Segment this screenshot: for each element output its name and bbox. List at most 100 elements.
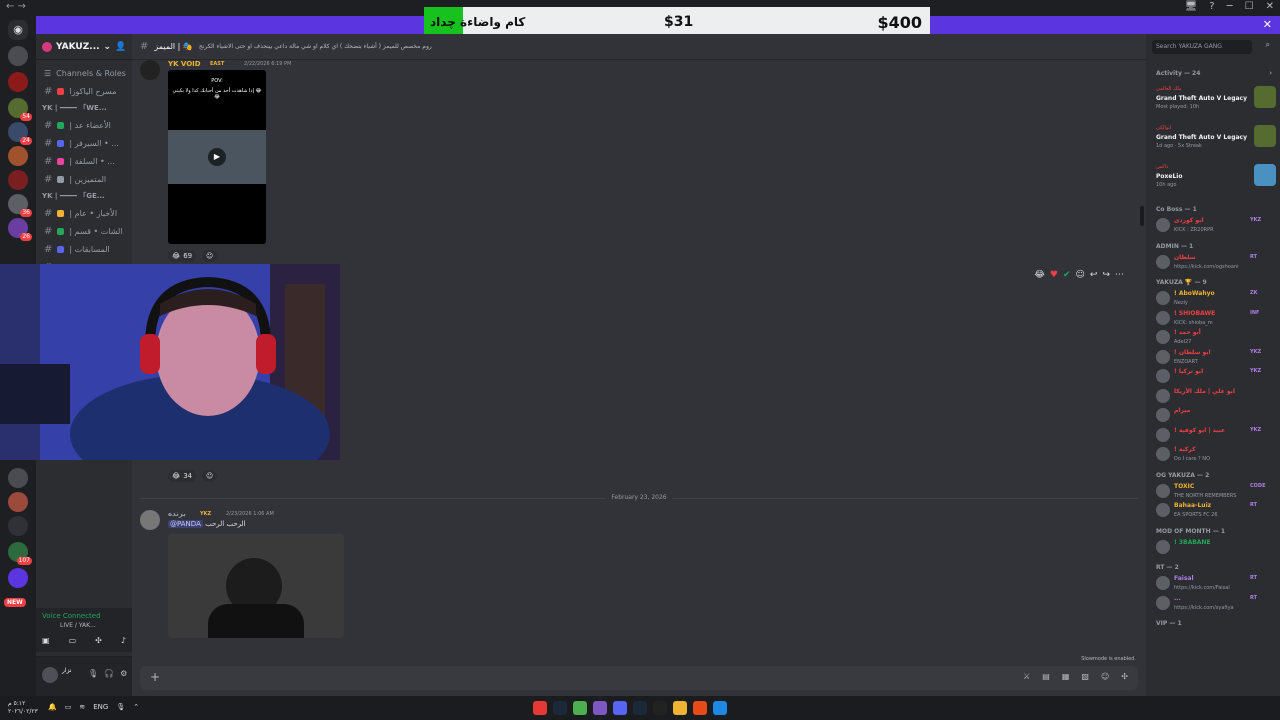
member-row[interactable]: ابو كوردى YKZ KICK : ZR20RPR (1154, 216, 1278, 236)
epic-icon[interactable] (653, 701, 667, 715)
server-icon[interactable]: 107 (8, 542, 32, 565)
gif-icon[interactable]: ▦ (1062, 672, 1070, 681)
sticker-icon[interactable]: ▧ (1081, 672, 1089, 681)
folder-icon[interactable] (673, 701, 687, 715)
language-indicator[interactable]: ENG (93, 703, 108, 711)
windows-icon[interactable] (713, 701, 727, 715)
display-icon[interactable]: ▭ (65, 703, 72, 711)
forward-icon[interactable]: ↪ (1102, 270, 1110, 280)
add-reaction-icon[interactable]: ☺ (1076, 270, 1085, 280)
chevron-right-icon[interactable]: › (1269, 69, 1272, 77)
heart-reaction-icon[interactable]: ♥ (1050, 270, 1058, 280)
message-author[interactable]: YK VOID (168, 60, 201, 68)
search-icon[interactable]: ⌕ (1266, 40, 1270, 50)
apps-icon[interactable]: ⚔ (1023, 672, 1030, 681)
steam-icon[interactable] (553, 701, 567, 715)
avatar[interactable] (42, 667, 58, 683)
minimize-button[interactable]: ─ (1227, 1, 1233, 12)
channel-item[interactable]: # | السيرفر • ... (36, 134, 132, 152)
more-options-icon[interactable]: ⋯ (1115, 270, 1124, 280)
member-row[interactable]: ميرام (1154, 406, 1278, 426)
bell-icon[interactable]: 🔔 (48, 703, 57, 711)
member-row[interactable]: ! SHIOBAWE INF KICK: shioba_m (1154, 309, 1278, 329)
channel-item[interactable]: # | الشات • قسم (36, 222, 132, 240)
channel-item[interactable]: # | المسابقات (36, 240, 132, 258)
wifi-icon[interactable]: ≋ (79, 703, 85, 711)
channel-category[interactable]: YK | ━━━━ 「WE... (36, 100, 132, 116)
banner-close-button[interactable]: ✕ (1263, 18, 1272, 31)
help-icon[interactable]: ? (1209, 1, 1214, 12)
video-attachment[interactable]: POV: إذا شاهدت أحد من أحبابك كذا ولا بكي… (168, 70, 266, 244)
nav-arrows[interactable]: ← → (6, 1, 26, 12)
channel-item[interactable]: # | المتميزين (36, 170, 132, 188)
channel-item[interactable]: # | الأخبار • عام (36, 204, 132, 222)
obs-icon[interactable] (593, 701, 607, 715)
channel-item[interactable]: # مسرح الياكوزا (36, 82, 132, 100)
server-icon[interactable] (8, 146, 28, 166)
discord-icon[interactable] (613, 701, 627, 715)
activity-card[interactable]: ملك العالمي Grand Theft Auto V Legacy Most… (1154, 84, 1278, 114)
member-row[interactable]: ! كركبة Do I care ? NO (1154, 445, 1278, 465)
emoji-icon[interactable]: ☺ (1101, 672, 1109, 681)
channel-topic[interactable]: روم مخصص للميمز ( أشياء بتضحك ) اي كلام … (199, 43, 432, 50)
message-author[interactable]: برنده (168, 510, 186, 518)
channel-item[interactable]: # | السلفة • ... (36, 152, 132, 170)
gift-icon[interactable]: ▤ (1042, 672, 1050, 681)
member-row[interactable]: ! أبو حمد Adel27 (1154, 328, 1278, 348)
brave-icon[interactable] (693, 701, 707, 715)
server-icon[interactable] (8, 568, 28, 588)
avatar[interactable] (140, 510, 160, 530)
play-icon[interactable]: ▶ (208, 148, 226, 166)
gear-icon[interactable]: ⚙ (120, 669, 127, 678)
screen-share-icon[interactable]: ▭ (69, 636, 77, 645)
server-icon[interactable]: 26 (8, 218, 32, 241)
mic-icon[interactable]: 🎙 (88, 669, 98, 678)
activity-card[interactable]: ابوالكي Grand Theft Auto V Legacy 1d ago ·… (1154, 123, 1278, 153)
reaction[interactable]: 😂 34 (168, 470, 197, 482)
member-row[interactable]: ابو علي | ملك الأريكا (1154, 387, 1278, 407)
plus-icon[interactable]: + (150, 670, 160, 684)
avatar[interactable] (140, 60, 160, 80)
activities-icon[interactable]: ✣ (1121, 672, 1128, 681)
server-header[interactable]: YAKUZ... ⌄ 👤 (36, 34, 132, 60)
inbox-icon[interactable]: 🖥 (1185, 1, 1198, 12)
steam-icon[interactable] (633, 701, 647, 715)
member-row[interactable]: سلطان RT https://kick.com/ogshoani (1154, 253, 1278, 273)
camera-icon[interactable]: ▣ (42, 636, 50, 645)
server-icon[interactable] (8, 492, 28, 512)
server-icon[interactable] (8, 468, 28, 488)
member-row[interactable]: ! ابو تركيا YKZ (1154, 367, 1278, 387)
channels-roles-link[interactable]: ☰ Channels & Roles (36, 64, 132, 82)
check-reaction-icon[interactable]: ✔ (1063, 270, 1071, 280)
mic-icon[interactable]: 🎙 (116, 703, 125, 711)
message-input[interactable]: + ⚔ ▤ ▦ ▧ ☺ ✣ (140, 666, 1138, 690)
server-icon[interactable]: 36 (8, 194, 32, 217)
laugh-reaction-icon[interactable]: 😂 (1034, 270, 1045, 280)
server-icon[interactable] (8, 170, 28, 190)
app-icon[interactable] (533, 701, 547, 715)
channel-category[interactable]: YK | ━━━━ 「GE... (36, 188, 132, 204)
activities-icon[interactable]: ✣ (95, 636, 102, 645)
server-icon[interactable]: 24 (8, 122, 32, 145)
member-row[interactable]: Bahaa-Luiz RT EA SPORTS FC 26 (1154, 501, 1278, 521)
chevron-up-icon[interactable]: ⌃ (133, 703, 139, 711)
user-mention[interactable]: @PANDA (168, 520, 203, 528)
chrome-icon[interactable] (573, 701, 587, 715)
channel-item[interactable]: # | الأعضاء عد (36, 116, 132, 134)
server-icon[interactable] (8, 516, 28, 536)
discord-home-icon[interactable]: ◉ (8, 20, 28, 40)
activity-card[interactable]: ذاكس PoxeLio 10h ago (1154, 162, 1278, 192)
taskbar-clock[interactable]: ٥:١٢ م ٢٠٢٦/٠٢/٢٣ (8, 700, 38, 716)
add-reaction-icon[interactable]: ☺ (202, 470, 218, 482)
image-attachment[interactable] (168, 534, 344, 638)
headset-icon[interactable]: 🎧 (104, 669, 114, 678)
member-row[interactable]: ! ابو سلطان YKZ ENZOART (1154, 348, 1278, 368)
server-icon[interactable]: 54 (8, 98, 32, 121)
member-row[interactable]: ... RT https://kick.com/syafiya (1154, 594, 1278, 614)
member-row[interactable]: ! AboWahyo ZK Nezly (1154, 289, 1278, 309)
member-row[interactable]: ! 3BABANE (1154, 538, 1278, 558)
chat-scrollbar[interactable] (1140, 206, 1144, 226)
add-member-icon[interactable]: 👤 (115, 42, 126, 52)
soundboard-icon[interactable]: ♪ (121, 636, 126, 645)
add-reaction-icon[interactable]: ☺ (202, 250, 218, 262)
